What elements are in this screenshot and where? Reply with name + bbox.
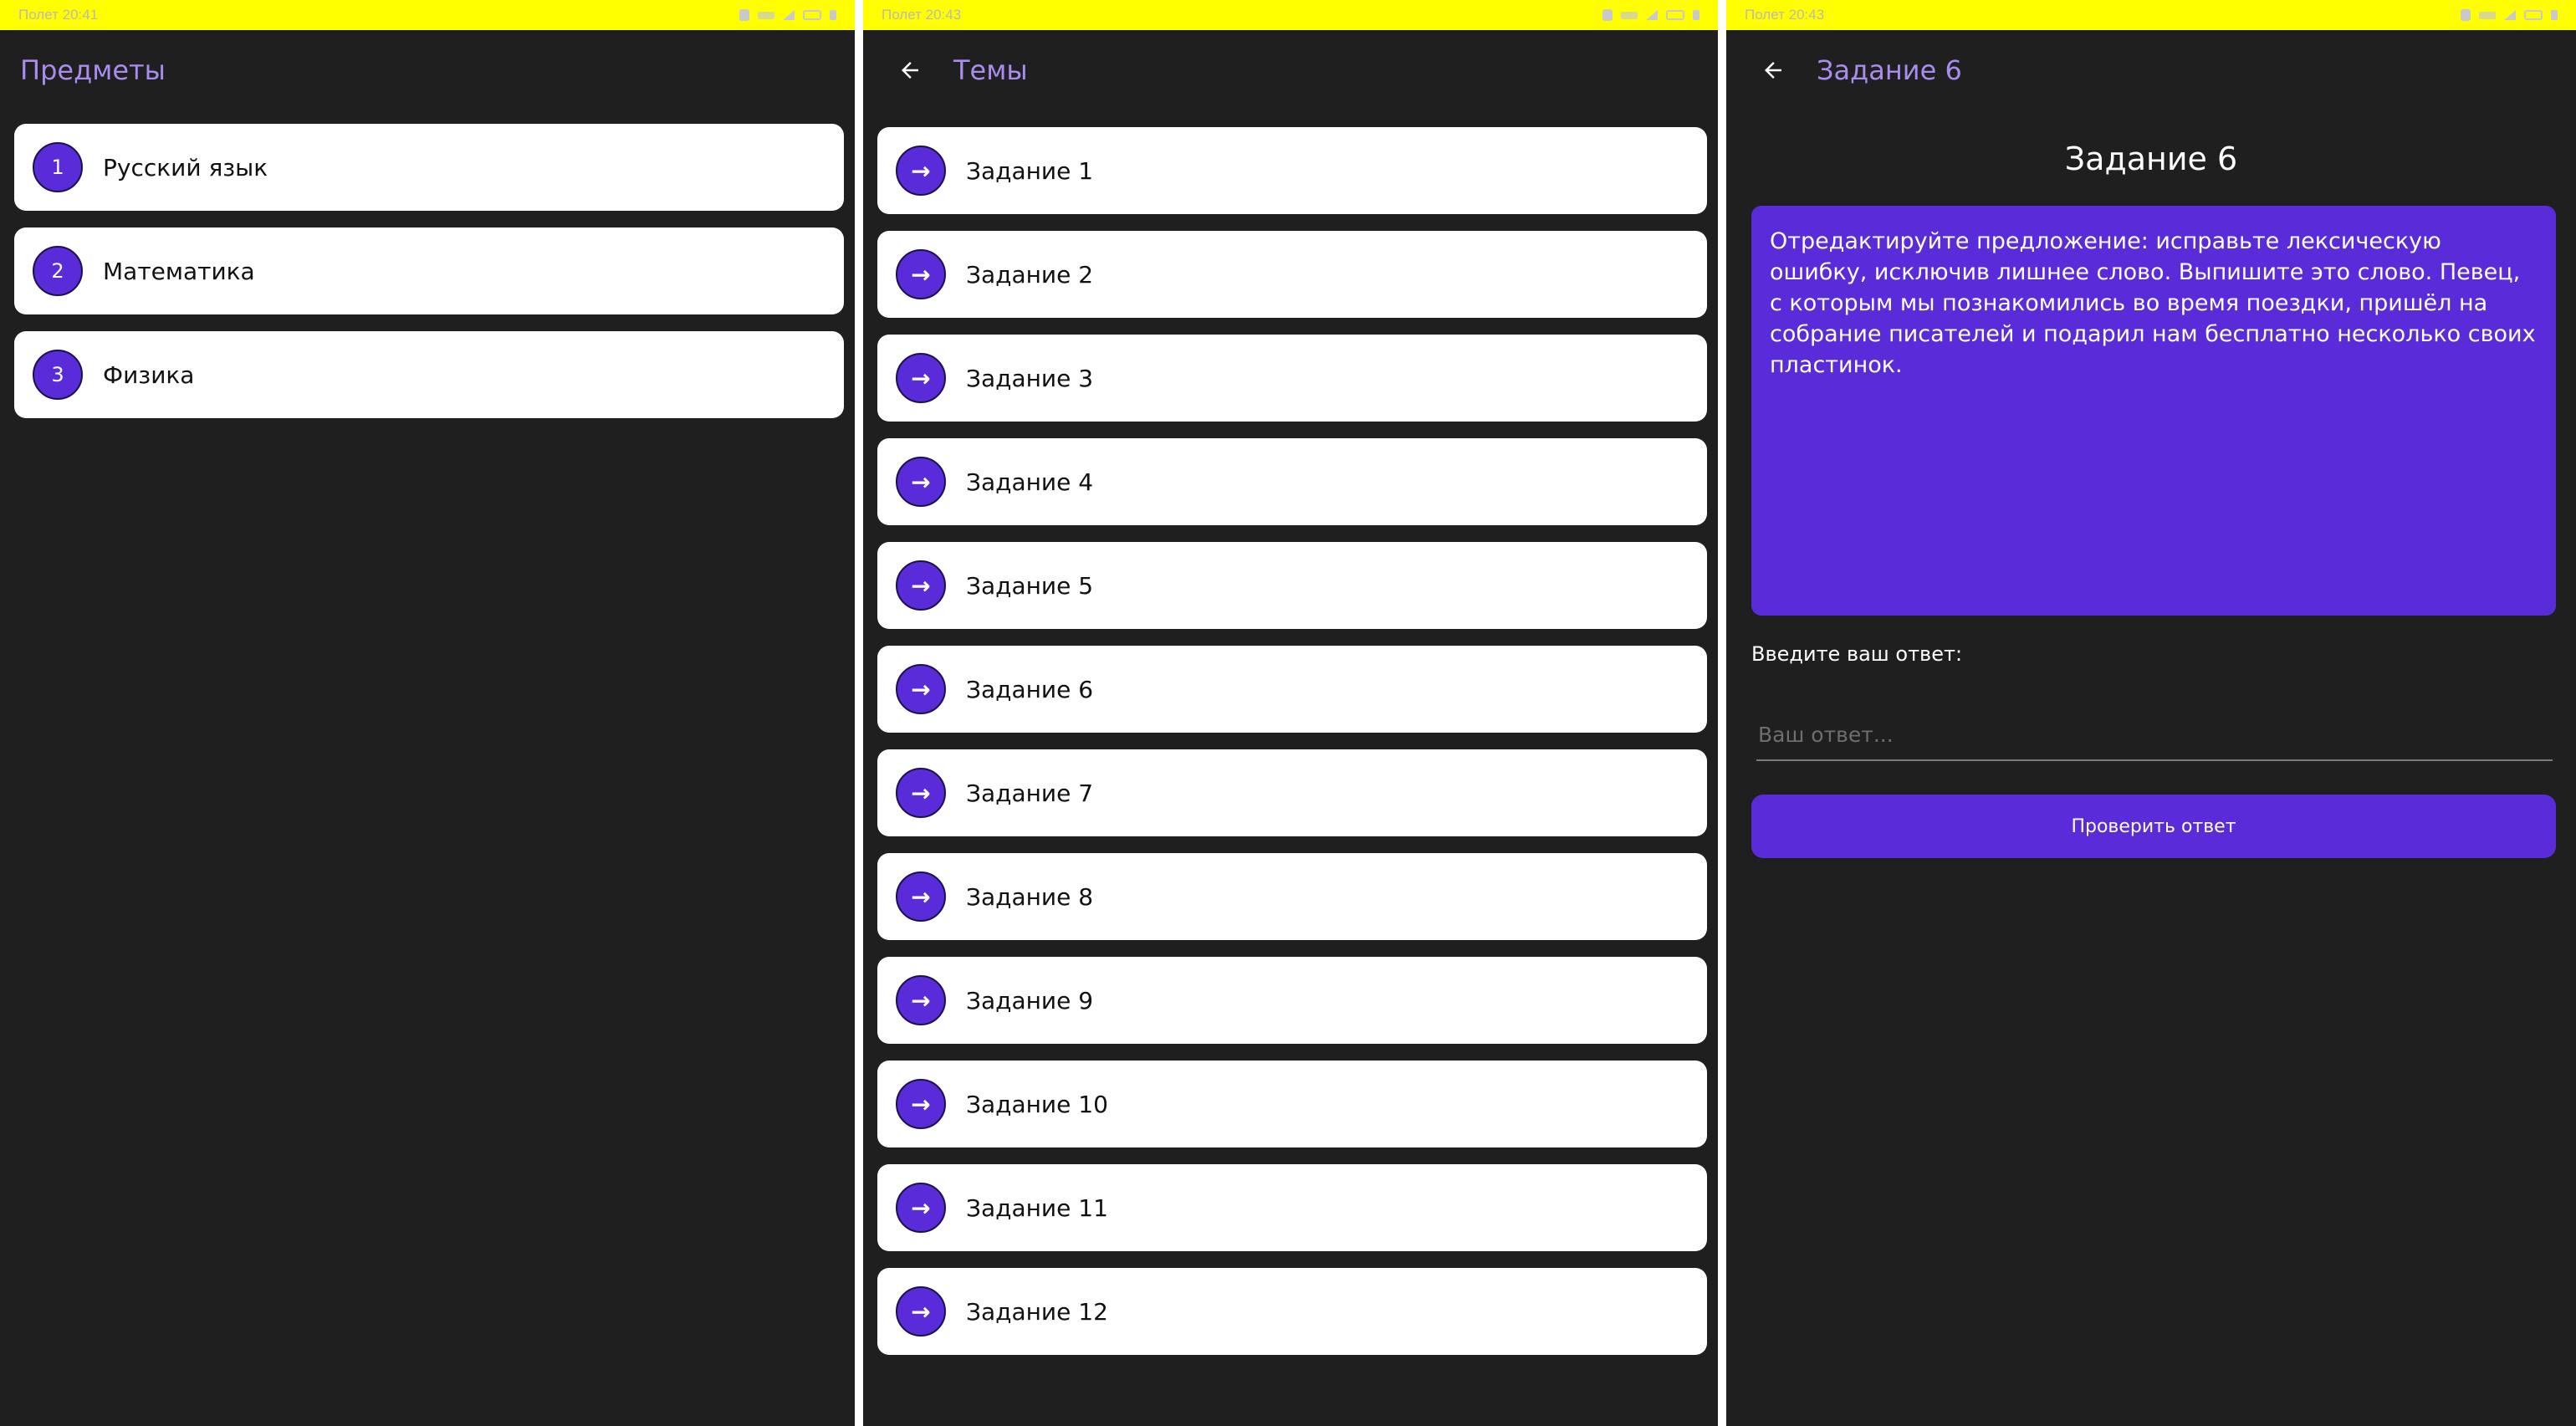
alarm-icon [739,9,749,21]
topic-item[interactable]: → Задание 6 [877,646,1707,733]
battery-icon [1666,10,1684,20]
arrow-right-icon: → [896,1183,946,1233]
back-button[interactable] [1746,43,1800,97]
task-screen: Полет 20:43 Задание 6 Задание 6 Отредакт… [1726,0,2576,1426]
number-badge: 3 [33,350,83,400]
topic-label: Задание 10 [966,1090,1108,1118]
alarm-icon [2461,9,2471,21]
check-answer-button[interactable]: Проверить ответ [1751,795,2556,858]
topic-item[interactable]: → Задание 5 [877,542,1707,629]
subject-item-math[interactable]: 2 Математика [14,227,844,314]
task-heading: Задание 6 [2064,141,2238,177]
answer-input[interactable] [1756,709,2553,761]
topic-label: Задание 4 [966,468,1094,496]
arrow-back-icon [902,62,918,79]
arrow-right-icon: → [896,1286,946,1337]
subjects-list: 1 Русский язык 2 Математика 3 Физика [14,124,844,435]
topic-item[interactable]: → Задание 11 [877,1164,1707,1251]
topic-item[interactable]: → Задание 2 [877,231,1707,318]
topic-item[interactable]: → Задание 8 [877,853,1707,940]
status-icons [739,9,836,21]
topic-item[interactable]: → Задание 1 [877,127,1707,214]
page-title: Темы [953,54,1028,86]
status-text: Полет 20:43 [1745,7,1825,23]
page-title: Предметы [20,54,166,86]
arrow-right-icon: → [896,146,946,196]
app-bar: Предметы [0,30,855,110]
arrow-right-icon: → [896,664,946,714]
app-bar: Задание 6 [1726,30,2576,110]
airplane-icon [1646,10,1658,20]
topic-item[interactable]: → Задание 12 [877,1268,1707,1355]
battery-icon [2524,10,2543,20]
subject-label: Русский язык [103,153,268,181]
topic-item[interactable]: → Задание 4 [877,438,1707,525]
topic-item[interactable]: → Задание 7 [877,749,1707,836]
back-button[interactable] [883,43,937,97]
topic-item[interactable]: → Задание 3 [877,335,1707,422]
topics-list: → Задание 1 → Задание 2 → Задание 3 → Задание 4… [877,127,1707,1372]
status-bar: Полет 20:43 [863,0,1718,30]
signal-icon [2479,11,2496,19]
topic-label: Задание 3 [966,364,1094,392]
page-title: Задание 6 [1817,54,1962,86]
arrow-right-icon: → [896,249,946,299]
topic-label: Задание 8 [966,882,1094,911]
topic-label: Задание 11 [966,1193,1108,1222]
topic-item[interactable]: → Задание 10 [877,1061,1707,1147]
arrow-right-icon: → [896,768,946,818]
arrow-right-icon: → [896,1079,946,1129]
topic-label: Задание 2 [966,260,1094,289]
alarm-icon [1602,9,1613,21]
subject-item-physics[interactable]: 3 Физика [14,331,844,418]
battery-icon [803,10,821,20]
status-icons [1602,9,1699,21]
charge-icon [2551,10,2558,20]
arrow-right-icon: → [896,975,946,1025]
topic-label: Задание 7 [966,779,1094,807]
subject-label: Математика [103,257,255,285]
status-icons [2461,9,2558,21]
number-badge: 2 [33,246,83,296]
charge-icon [830,10,836,20]
status-text: Полет 20:41 [18,7,99,23]
arrow-right-icon: → [896,457,946,507]
status-bar: Полет 20:41 [0,0,855,30]
arrow-right-icon: → [896,353,946,403]
airplane-icon [2504,10,2516,20]
topic-label: Задание 9 [966,986,1094,1015]
app-bar: Темы [863,30,1718,110]
topic-label: Задание 6 [966,675,1094,703]
subjects-screen: Полет 20:41 Предметы 1 Русский язык 2 Ма… [0,0,855,1426]
number-badge: 1 [33,142,83,192]
topic-label: Задание 12 [966,1297,1108,1326]
arrow-right-icon: → [896,871,946,922]
subject-item-russian[interactable]: 1 Русский язык [14,124,844,211]
answer-label: Введите ваш ответ: [1751,642,1963,666]
arrow-right-icon: → [896,560,946,611]
stage: Полет 20:41 Предметы 1 Русский язык 2 Ма… [0,0,2576,1426]
topic-item[interactable]: → Задание 9 [877,957,1707,1044]
topics-screen: Полет 20:43 Темы → Задание 1 → Задание 2 → За… [863,0,1718,1426]
airplane-icon [783,10,795,20]
status-text: Полет 20:43 [882,7,962,23]
question-text: Отредактируйте предложение: исправьте ле… [1751,206,2556,616]
subject-label: Физика [103,360,195,389]
arrow-back-icon [1765,62,1781,79]
topic-label: Задание 1 [966,156,1094,185]
status-bar: Полет 20:43 [1726,0,2576,30]
charge-icon [1693,10,1699,20]
signal-icon [1621,11,1638,19]
topic-label: Задание 5 [966,571,1094,600]
signal-icon [758,11,774,19]
